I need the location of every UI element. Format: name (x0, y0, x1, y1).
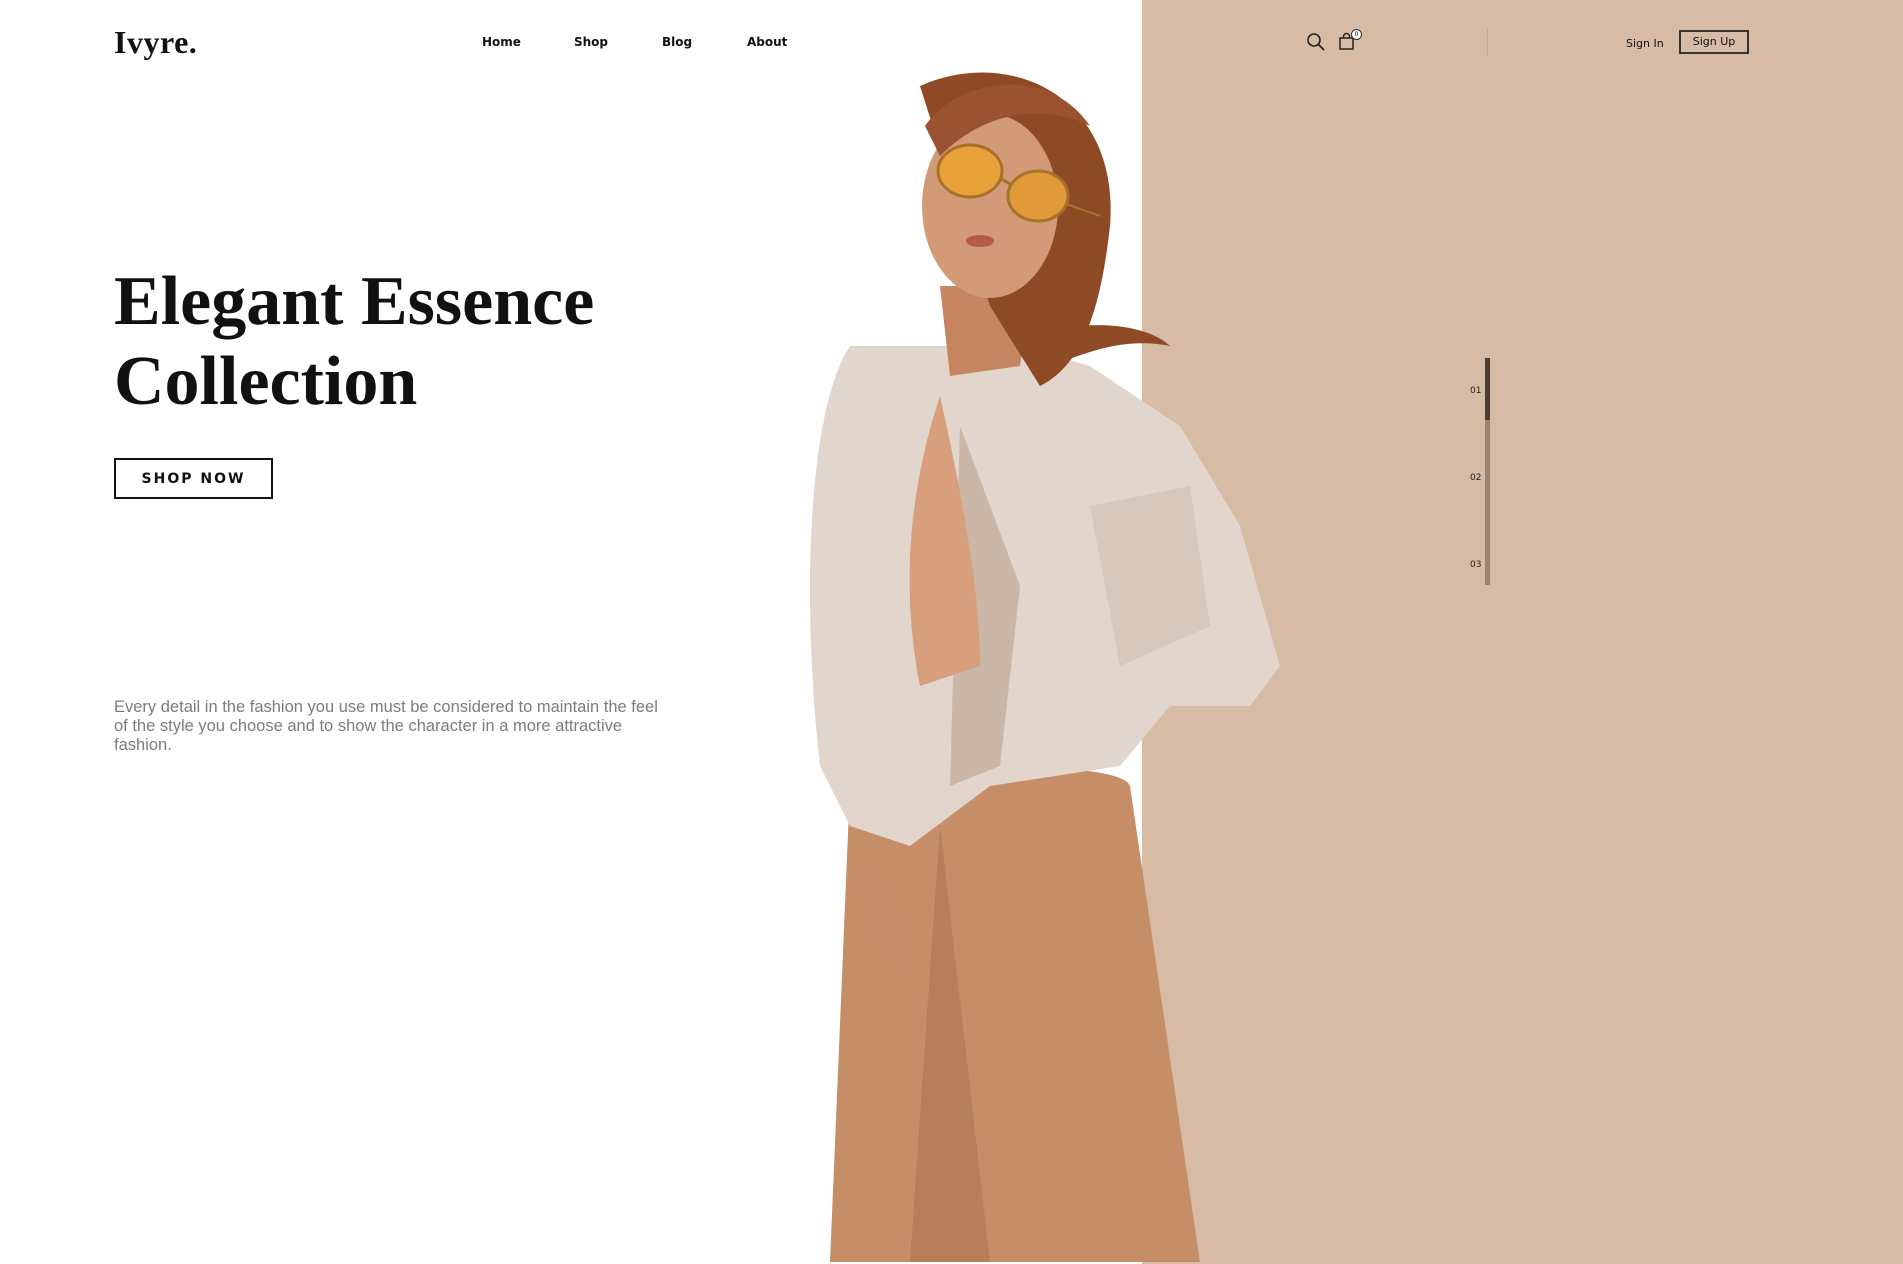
nav-shop[interactable]: Shop (574, 35, 608, 49)
slide-number-2[interactable]: 02 (1470, 473, 1481, 483)
header-divider (1487, 28, 1488, 56)
sign-in-link[interactable]: Sign In (1626, 37, 1664, 50)
hero-title: Elegant Essence Collection (114, 262, 594, 422)
slider-active-indicator[interactable] (1485, 358, 1490, 420)
nav-home[interactable]: Home (482, 35, 521, 49)
nav-blog[interactable]: Blog (662, 35, 692, 49)
slide-number-1[interactable]: 01 (1470, 386, 1481, 396)
hero-model-image (810, 72, 1280, 1262)
sign-up-button[interactable]: Sign Up (1679, 30, 1749, 54)
hero-title-line-2: Collection (114, 343, 418, 420)
shopping-bag-icon[interactable]: 0 (1338, 29, 1362, 52)
hero-title-line-1: Elegant Essence (114, 263, 595, 340)
nav-about[interactable]: About (747, 35, 787, 49)
hero-description: Every detail in the fashion you use must… (114, 698, 658, 754)
slide-number-3[interactable]: 03 (1470, 560, 1481, 570)
brand-logo[interactable]: Ivyre. (114, 24, 197, 61)
search-icon[interactable] (1306, 32, 1326, 52)
shop-now-button[interactable]: SHOP NOW (114, 458, 273, 499)
cart-count-badge: 0 (1351, 29, 1362, 40)
